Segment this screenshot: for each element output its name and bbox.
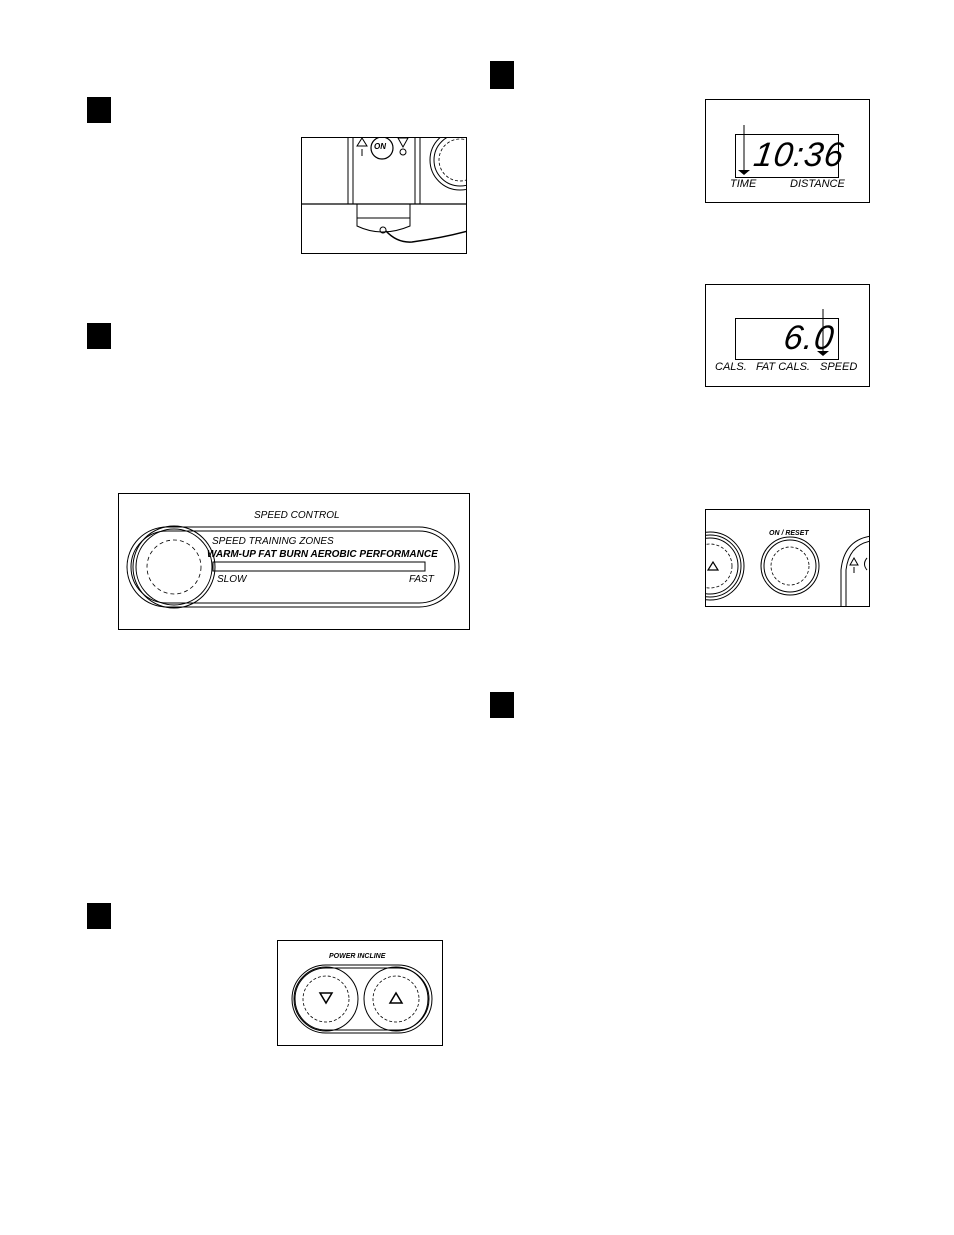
incline-down-icon: [318, 992, 334, 1005]
power-incline-figure: POWER INCLINE: [277, 940, 443, 1046]
step-marker-3: [87, 903, 111, 929]
step-marker-4: [490, 61, 514, 89]
step-marker-1: [87, 97, 111, 123]
speed-display-figure: 6.0 CALS. FAT CALS. SPEED: [705, 284, 870, 387]
speed-label: SPEED: [820, 361, 858, 373]
fat-cals-label: FAT CALS.: [756, 361, 810, 373]
on-reset-button: [760, 536, 820, 596]
speed-training-zones-title: SPEED TRAINING ZONES: [212, 536, 334, 547]
speed-slider-track: [212, 561, 426, 572]
time-label: TIME: [730, 178, 757, 190]
fast-label: FAST: [409, 574, 434, 585]
console-key-illustration: [302, 138, 466, 243]
on-reset-panel: [706, 531, 869, 606]
power-incline-title: POWER INCLINE: [329, 953, 386, 960]
step-marker-2: [87, 323, 111, 349]
speed-training-zones: WARM-UP FAT BURN AEROBIC PERFORMANCE: [207, 549, 438, 560]
speed-control-title: SPEED CONTROL: [254, 510, 340, 521]
speed-control-figure: SPEED CONTROL SPEED TRAINING ZONES WARM-…: [118, 493, 470, 630]
distance-label: DISTANCE: [790, 178, 845, 190]
on-label: ON: [374, 142, 386, 151]
speed-knob-icon: [146, 539, 202, 595]
slow-label: SLOW: [217, 574, 247, 585]
key-cord: [385, 230, 466, 243]
up-arrow-icon: [356, 138, 368, 147]
incline-up-icon: [388, 991, 404, 1004]
on-reset-title: ON / RESET: [769, 530, 809, 537]
down-arrow-icon: [397, 138, 409, 149]
time-display-figure: 10:36 TIME DISTANCE: [705, 99, 870, 203]
key-insert-figure: ON: [301, 137, 467, 254]
step-marker-5: [490, 692, 514, 718]
cals-label: CALS.: [715, 361, 747, 373]
up-arrow-icon: [706, 560, 720, 571]
on-reset-figure: ON / RESET: [705, 509, 870, 607]
